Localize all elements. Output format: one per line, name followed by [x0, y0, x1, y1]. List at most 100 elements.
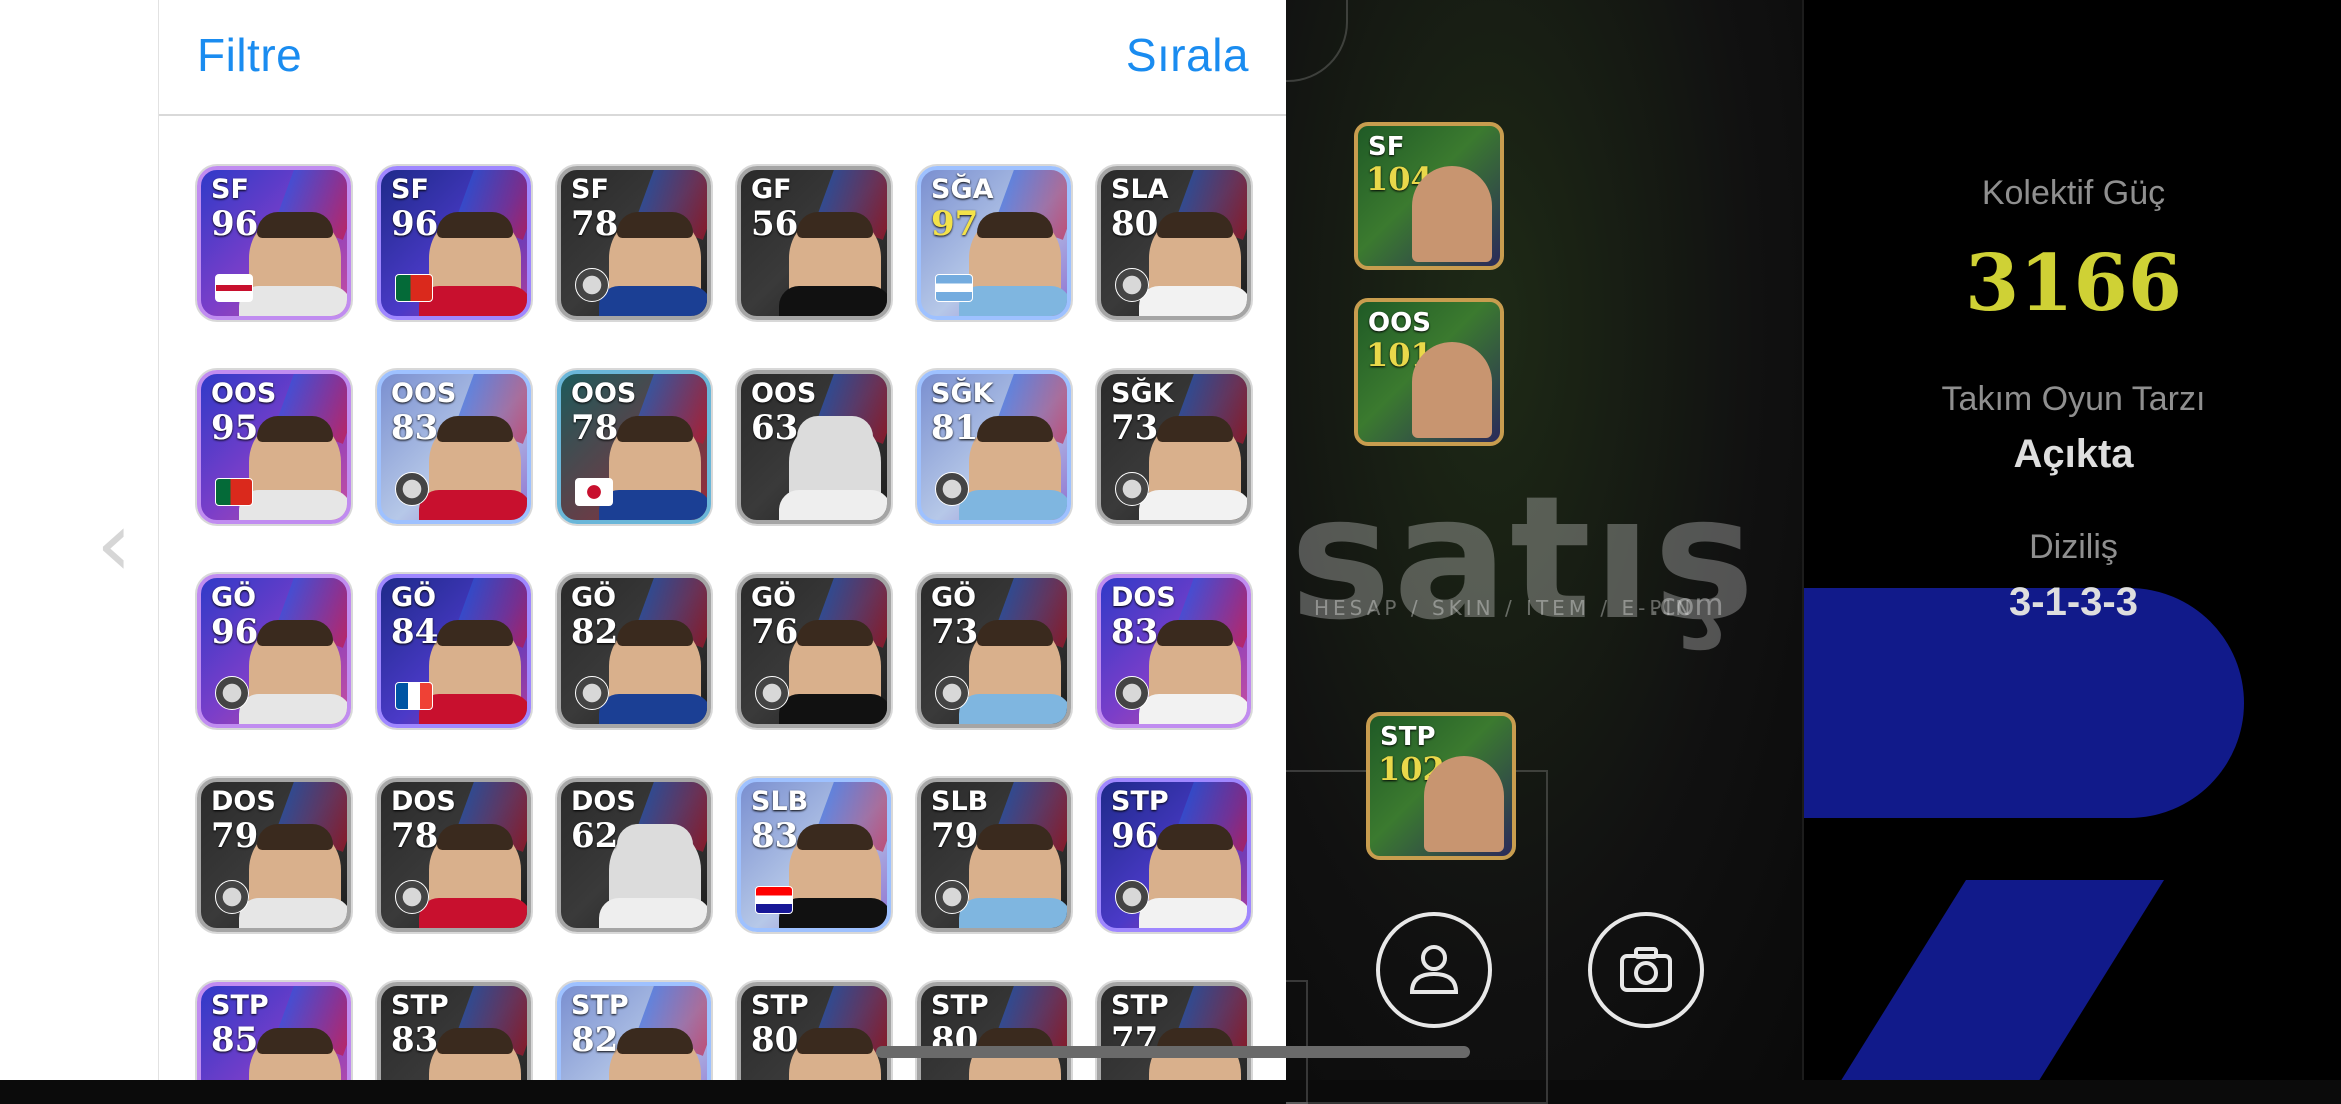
camera-icon — [1620, 947, 1672, 992]
player-shirt — [599, 898, 707, 928]
player-card[interactable]: STP 83 — [377, 982, 531, 1080]
player-shirt — [599, 490, 707, 520]
player-card[interactable]: OOS 95 — [197, 370, 351, 524]
watermark-logo: satış — [1290, 460, 1757, 658]
player-card[interactable]: OOS 63 — [737, 370, 891, 524]
filter-button[interactable]: Filtre — [197, 28, 302, 82]
card-rating: 82 — [571, 612, 619, 652]
player-card[interactable]: SF 96 — [377, 166, 531, 320]
player-hair — [437, 212, 513, 238]
player-portrait — [429, 1028, 521, 1080]
card-rating: 81 — [931, 408, 979, 448]
chevron-left-icon[interactable]: ‹ — [96, 500, 136, 590]
card-position: SLB — [751, 786, 809, 817]
player-card[interactable]: GÖ 76 — [737, 574, 891, 728]
player-shirt — [419, 694, 527, 724]
player-portrait — [599, 824, 707, 928]
card-position: SF — [391, 174, 429, 205]
player-card[interactable]: SF 96 — [197, 166, 351, 320]
card-rating: 83 — [751, 816, 799, 856]
card-position: DOS — [571, 786, 636, 817]
club-badge-icon — [575, 676, 609, 710]
player-card[interactable]: SĞK 73 — [1097, 370, 1251, 524]
profile-icon — [1409, 945, 1459, 994]
player-card[interactable]: DOS 79 — [197, 778, 351, 932]
player-portrait — [419, 824, 527, 928]
home-indicator[interactable] — [876, 1046, 1470, 1058]
club-badge-icon — [1115, 880, 1149, 914]
card-rating: 96 — [391, 204, 439, 244]
player-card[interactable]: STP 77 — [1097, 982, 1251, 1080]
player-portrait — [239, 824, 347, 928]
player-list-sheet: Filtre Sırala SF 96 SF 96 SF 78 GF 56 SĞA 97 SLA 80… — [158, 0, 1287, 1080]
player-card[interactable]: DOS 62 — [557, 778, 711, 932]
card-position: SLB — [931, 786, 989, 817]
player-shirt — [599, 694, 707, 724]
player-hair — [437, 1028, 513, 1054]
player-hair — [437, 416, 513, 442]
player-card[interactable]: SF 78 — [557, 166, 711, 320]
club-badge-icon — [395, 880, 429, 914]
player-portrait — [1139, 416, 1247, 520]
player-card[interactable]: STP 85 — [197, 982, 351, 1080]
card-position: SF — [211, 174, 249, 205]
player-card[interactable]: STP 96 — [1097, 778, 1251, 932]
player-hair — [437, 620, 513, 646]
player-card[interactable]: GÖ 82 — [557, 574, 711, 728]
player-hair — [1157, 824, 1233, 850]
field-player-card[interactable]: SF 104 — [1354, 122, 1504, 270]
player-hair — [1157, 620, 1233, 646]
card-rating: 78 — [391, 816, 439, 856]
card-rating: 82 — [571, 1020, 619, 1060]
player-portrait — [1424, 756, 1504, 852]
nation-flag-icon — [935, 274, 973, 302]
player-shirt — [779, 490, 887, 520]
player-card[interactable]: GF 56 — [737, 166, 891, 320]
player-hair — [797, 1028, 873, 1054]
player-hair — [977, 212, 1053, 238]
player-card[interactable]: STP 80 — [737, 982, 891, 1080]
field-player-card[interactable]: OOS 101 — [1354, 298, 1504, 446]
card-rating: 80 — [751, 1020, 799, 1060]
player-card[interactable]: DOS 78 — [377, 778, 531, 932]
card-position: STP — [211, 990, 269, 1021]
player-card[interactable]: GÖ 73 — [917, 574, 1071, 728]
player-card[interactable]: STP 82 — [557, 982, 711, 1080]
club-badge-icon — [935, 472, 969, 506]
pitch-line — [1226, 0, 1348, 82]
player-card[interactable]: OOS 78 — [557, 370, 711, 524]
player-card[interactable]: STP 80 — [917, 982, 1071, 1080]
player-portrait — [959, 824, 1067, 928]
player-portrait — [779, 416, 887, 520]
player-card[interactable]: SLA 80 — [1097, 166, 1251, 320]
player-shirt — [419, 286, 527, 316]
card-rating: 63 — [751, 408, 799, 448]
player-card[interactable]: DOS 83 — [1097, 574, 1251, 728]
player-card[interactable]: SĞK 81 — [917, 370, 1071, 524]
player-hair — [617, 212, 693, 238]
profile-button[interactable] — [1376, 912, 1492, 1028]
player-shirt — [779, 694, 887, 724]
player-shirt — [1139, 286, 1247, 316]
player-portrait — [789, 1028, 881, 1080]
card-position: GÖ — [211, 582, 257, 613]
nation-flag-icon — [755, 886, 793, 914]
player-card[interactable]: GÖ 96 — [197, 574, 351, 728]
player-shirt — [419, 490, 527, 520]
field-player-card[interactable]: STP 102 — [1366, 712, 1516, 860]
player-card[interactable]: OOS 83 — [377, 370, 531, 524]
player-card[interactable]: SLB 83 — [737, 778, 891, 932]
player-card[interactable]: SLB 79 — [917, 778, 1071, 932]
formation-label: Diziliş — [2029, 528, 2118, 566]
player-card[interactable]: GÖ 84 — [377, 574, 531, 728]
camera-button[interactable] — [1588, 912, 1704, 1028]
player-hair — [617, 824, 693, 850]
player-card[interactable]: SĞA 97 — [917, 166, 1071, 320]
field-player-position: SF — [1368, 132, 1405, 162]
player-portrait — [959, 212, 1067, 316]
card-position: SĞK — [931, 378, 994, 409]
card-rating: 96 — [211, 612, 259, 652]
player-portrait — [1412, 342, 1492, 438]
player-portrait — [599, 212, 707, 316]
player-shirt — [239, 898, 347, 928]
